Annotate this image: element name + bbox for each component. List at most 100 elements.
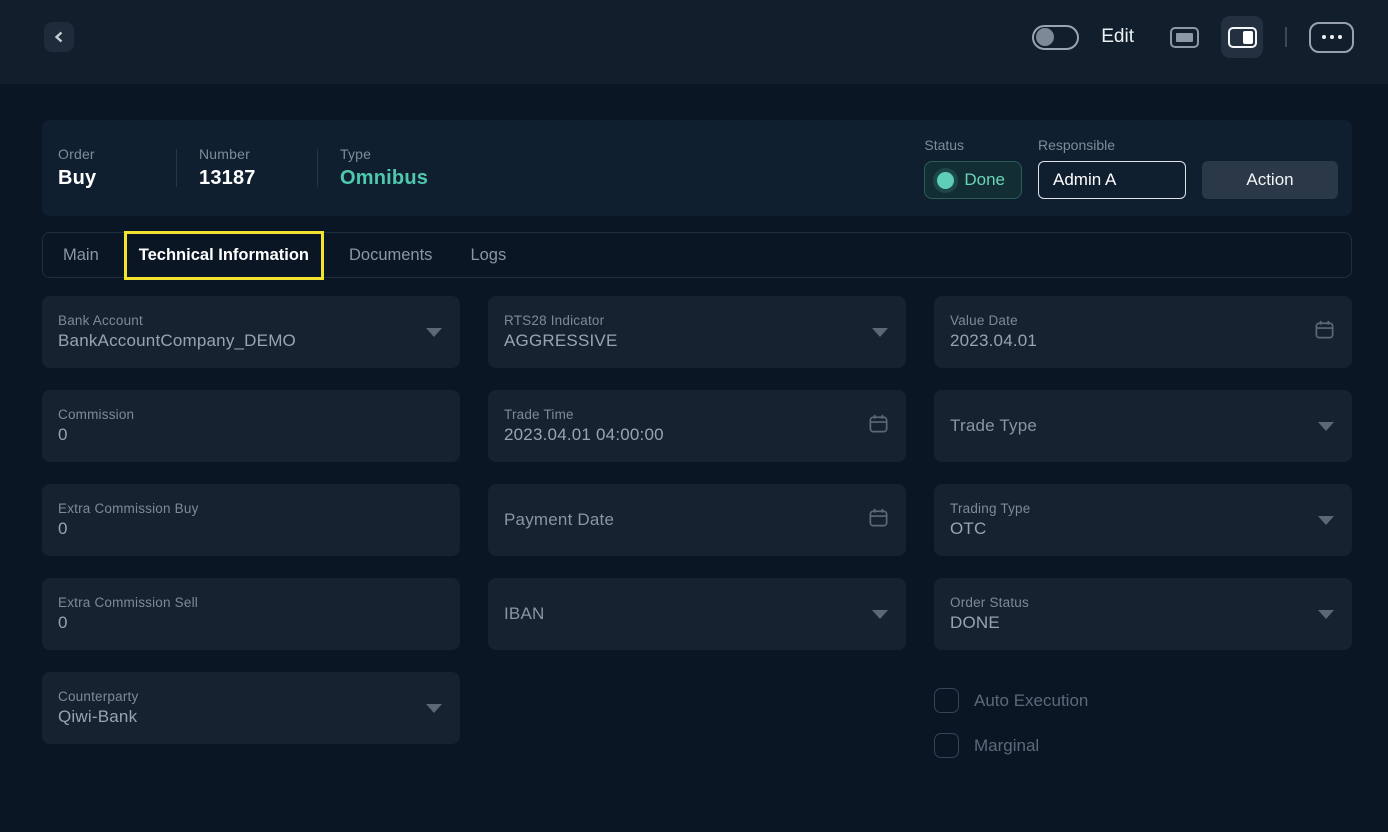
field-commission[interactable]: Commission 0 xyxy=(42,390,460,462)
full-view-fill xyxy=(1176,33,1193,42)
separator xyxy=(1285,27,1287,47)
field-value: OTC xyxy=(950,519,1030,539)
field-trade-type[interactable]: Trade Type xyxy=(934,390,1352,462)
toggle-knob-icon xyxy=(1036,28,1054,46)
field-rts28-indicator[interactable]: RTS28 Indicator AGGRESSIVE xyxy=(488,296,906,368)
field-label: RTS28 Indicator xyxy=(504,313,617,328)
technical-information-form: Bank Account BankAccountCompany_DEMO RTS… xyxy=(42,296,1352,758)
tab-technical-information[interactable]: Technical Information xyxy=(137,246,311,265)
field-bank-account[interactable]: Bank Account BankAccountCompany_DEMO xyxy=(42,296,460,368)
field-label: Trade Type xyxy=(950,416,1037,436)
field-value: Qiwi-Bank xyxy=(58,707,138,727)
divider xyxy=(176,149,177,187)
ellipsis-icon xyxy=(1322,35,1326,39)
chevron-down-icon xyxy=(1318,422,1334,431)
type-group: Type Omnibus xyxy=(340,146,436,190)
responsible-input[interactable] xyxy=(1038,161,1186,199)
order-group: Order Buy xyxy=(58,146,154,190)
edit-label: Edit xyxy=(1101,26,1134,48)
field-counterparty[interactable]: Counterparty Qiwi-Bank xyxy=(42,672,460,744)
field-extra-commission-sell[interactable]: Extra Commission Sell 0 xyxy=(42,578,460,650)
checkbox-group: Auto Execution Marginal xyxy=(934,672,1352,758)
order-value: Buy xyxy=(58,167,154,190)
status-group: Status Done xyxy=(924,137,1022,199)
checkbox-icon xyxy=(934,688,959,713)
field-value: DONE xyxy=(950,613,1029,633)
field-trading-type[interactable]: Trading Type OTC xyxy=(934,484,1352,556)
responsible-label: Responsible xyxy=(1038,137,1186,153)
status-badge[interactable]: Done xyxy=(924,161,1022,199)
calendar-icon xyxy=(1313,318,1336,346)
topbar-actions: Edit xyxy=(1032,16,1354,58)
full-view-icon[interactable] xyxy=(1170,27,1199,48)
field-value: 0 xyxy=(58,519,199,539)
field-extra-commission-buy[interactable]: Extra Commission Buy 0 xyxy=(42,484,460,556)
checkbox-label: Auto Execution xyxy=(974,691,1088,711)
chevron-down-icon xyxy=(1318,610,1334,619)
field-label: Trade Time xyxy=(504,407,664,422)
field-payment-date[interactable]: Payment Date xyxy=(488,484,906,556)
chevron-down-icon xyxy=(426,704,442,713)
field-label: Value Date xyxy=(950,313,1037,328)
edit-toggle[interactable] xyxy=(1032,25,1079,50)
topbar: Edit xyxy=(0,0,1388,84)
split-view-fill xyxy=(1243,31,1253,44)
field-trade-time[interactable]: Trade Time 2023.04.01 04:00:00 xyxy=(488,390,906,462)
order-label: Order xyxy=(58,146,154,162)
field-label: Commission xyxy=(58,407,134,422)
field-order-status[interactable]: Order Status DONE xyxy=(934,578,1352,650)
field-value: 2023.04.01 04:00:00 xyxy=(504,425,664,445)
number-value: 13187 xyxy=(199,167,295,190)
status-label: Status xyxy=(924,137,1022,153)
calendar-icon xyxy=(867,412,890,440)
checkbox-icon xyxy=(934,733,959,758)
back-button[interactable] xyxy=(44,22,74,52)
field-label: Counterparty xyxy=(58,689,138,704)
split-view-button[interactable] xyxy=(1221,16,1263,58)
field-label: IBAN xyxy=(504,604,544,624)
action-button[interactable]: Action xyxy=(1202,161,1338,199)
field-label: Order Status xyxy=(950,595,1029,610)
marginal-checkbox[interactable]: Marginal xyxy=(934,733,1352,758)
tab-bar: Main Technical Information Documents Log… xyxy=(42,232,1352,278)
field-value: 0 xyxy=(58,613,198,633)
field-value: AGGRESSIVE xyxy=(504,331,617,351)
tab-logs[interactable]: Logs xyxy=(470,246,506,265)
field-label: Payment Date xyxy=(504,510,614,530)
ellipsis-icon xyxy=(1338,35,1342,39)
field-value: 0 xyxy=(58,425,134,445)
chevron-down-icon xyxy=(872,328,888,337)
type-label: Type xyxy=(340,146,436,162)
field-value-date[interactable]: Value Date 2023.04.01 xyxy=(934,296,1352,368)
more-options-button[interactable] xyxy=(1309,22,1354,53)
tab-main[interactable]: Main xyxy=(63,246,99,265)
field-label: Extra Commission Buy xyxy=(58,501,199,516)
auto-execution-checkbox[interactable]: Auto Execution xyxy=(934,688,1352,713)
status-dot-icon xyxy=(937,172,954,189)
status-value: Done xyxy=(964,170,1005,190)
field-value: 2023.04.01 xyxy=(950,331,1037,351)
empty-cell xyxy=(488,672,906,758)
field-label: Trading Type xyxy=(950,501,1030,516)
field-iban[interactable]: IBAN xyxy=(488,578,906,650)
chevron-down-icon xyxy=(426,328,442,337)
field-label: Extra Commission Sell xyxy=(58,595,198,610)
chevron-left-icon xyxy=(53,31,65,43)
field-label: Bank Account xyxy=(58,313,296,328)
divider xyxy=(317,149,318,187)
chevron-down-icon xyxy=(872,610,888,619)
type-value: Omnibus xyxy=(340,167,436,190)
ellipsis-icon xyxy=(1330,35,1334,39)
number-label: Number xyxy=(199,146,295,162)
chevron-down-icon xyxy=(1318,516,1334,525)
order-summary-right: Status Done Responsible Action xyxy=(924,137,1338,199)
calendar-icon xyxy=(867,506,890,534)
split-view-icon xyxy=(1228,27,1257,48)
order-summary-left: Order Buy Number 13187 Type Omnibus xyxy=(58,146,436,190)
checkbox-label: Marginal xyxy=(974,736,1039,756)
responsible-group: Responsible xyxy=(1038,137,1186,199)
tab-documents[interactable]: Documents xyxy=(349,246,432,265)
field-value: BankAccountCompany_DEMO xyxy=(58,331,296,351)
number-group: Number 13187 xyxy=(199,146,295,190)
order-page: Order Buy Number 13187 Type Omnibus Stat… xyxy=(42,120,1352,758)
